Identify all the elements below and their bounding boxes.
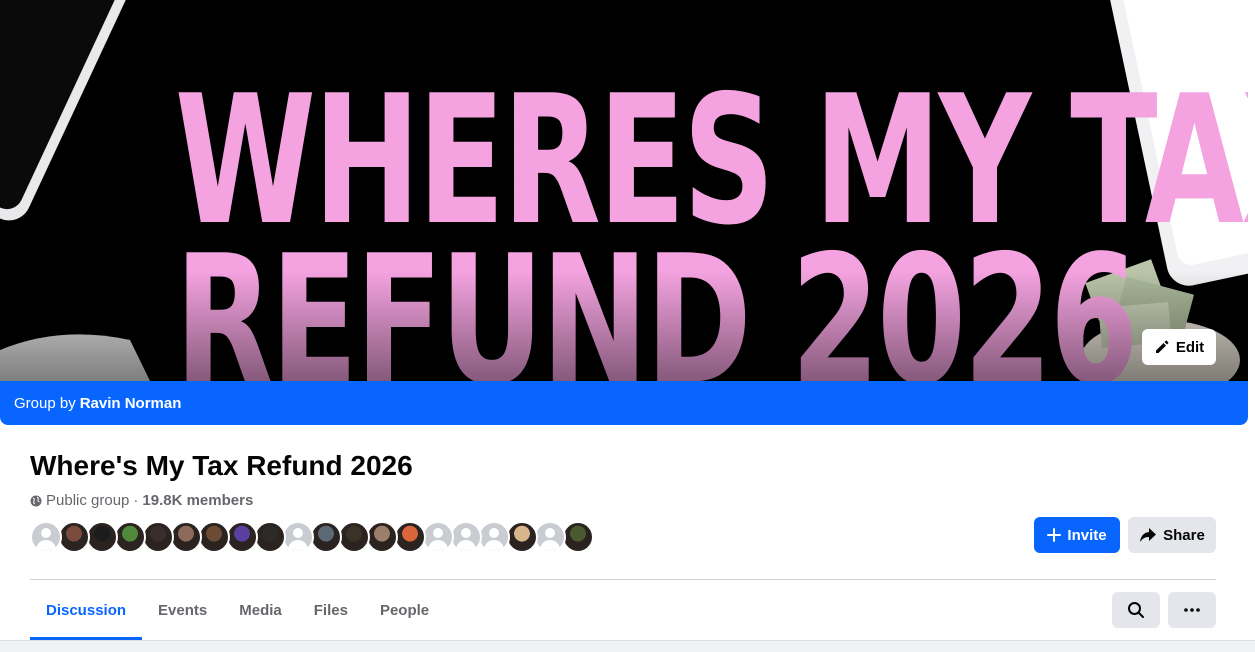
member-avatar[interactable] [394, 521, 426, 553]
share-arrow-icon [1140, 528, 1157, 542]
members-count[interactable]: 19.8K members [142, 492, 253, 509]
privacy-label[interactable]: Public group [46, 492, 129, 509]
more-icon [1184, 608, 1200, 612]
content-area-edge [0, 640, 1255, 652]
invite-button[interactable]: Invite [1034, 517, 1120, 553]
group-owner-banner: Group by Ravin Norman [0, 381, 1248, 425]
member-avatar[interactable] [534, 521, 566, 553]
member-avatar[interactable] [506, 521, 538, 553]
search-group-button[interactable] [1112, 592, 1160, 628]
member-avatar[interactable] [142, 521, 174, 553]
tab-people[interactable]: People [364, 580, 445, 640]
member-avatar[interactable] [338, 521, 370, 553]
group-tabs: Discussion Events Media Files People [30, 580, 445, 640]
tab-label: Media [239, 601, 282, 619]
member-avatar[interactable] [366, 521, 398, 553]
more-options-button[interactable] [1168, 592, 1216, 628]
cover-photo: WHERES MY TAX REFUND 2026 Edit [0, 0, 1248, 381]
tab-label: Files [313, 601, 348, 619]
member-avatar[interactable] [562, 521, 594, 553]
plus-icon [1047, 528, 1062, 542]
edit-cover-button[interactable]: Edit [1142, 329, 1216, 365]
tab-discussion[interactable]: Discussion [30, 580, 143, 640]
member-avatar[interactable] [254, 521, 286, 553]
member-avatar[interactable] [114, 521, 146, 553]
search-icon [1128, 602, 1144, 618]
group-by-prefix: Group by [14, 394, 76, 412]
group-title: Where's My Tax Refund 2026 [30, 450, 413, 481]
member-avatar[interactable] [30, 521, 62, 553]
member-avatar[interactable] [422, 521, 454, 553]
tab-files[interactable]: Files [298, 580, 364, 640]
globe-icon [30, 495, 42, 506]
tab-label: Events [158, 601, 208, 619]
phone-left-graphic [0, 0, 140, 221]
member-avatar[interactable] [282, 521, 314, 553]
member-avatar[interactable] [58, 521, 90, 553]
member-avatar[interactable] [450, 521, 482, 553]
edit-label: Edit [1175, 338, 1205, 356]
share-label: Share [1163, 526, 1205, 544]
member-avatar[interactable] [226, 521, 258, 553]
tab-label: People [379, 601, 430, 619]
invite-label: Invite [1067, 526, 1107, 544]
group-meta: Public group · 19.8K members [30, 492, 253, 509]
tab-media[interactable]: Media [223, 580, 298, 640]
owner-link[interactable]: Ravin Norman [80, 395, 182, 412]
pencil-icon [1155, 340, 1169, 353]
member-avatar[interactable] [198, 521, 230, 553]
share-button[interactable]: Share [1128, 517, 1216, 553]
member-avatar[interactable] [86, 521, 118, 553]
meta-separator: · [133, 492, 139, 509]
member-avatar[interactable] [310, 521, 342, 553]
member-avatar-list [30, 521, 594, 553]
tab-label: Discussion [46, 601, 127, 619]
tab-events[interactable]: Events [142, 580, 223, 640]
member-avatar[interactable] [478, 521, 510, 553]
cover-fade [0, 271, 1248, 381]
member-avatar[interactable] [170, 521, 202, 553]
